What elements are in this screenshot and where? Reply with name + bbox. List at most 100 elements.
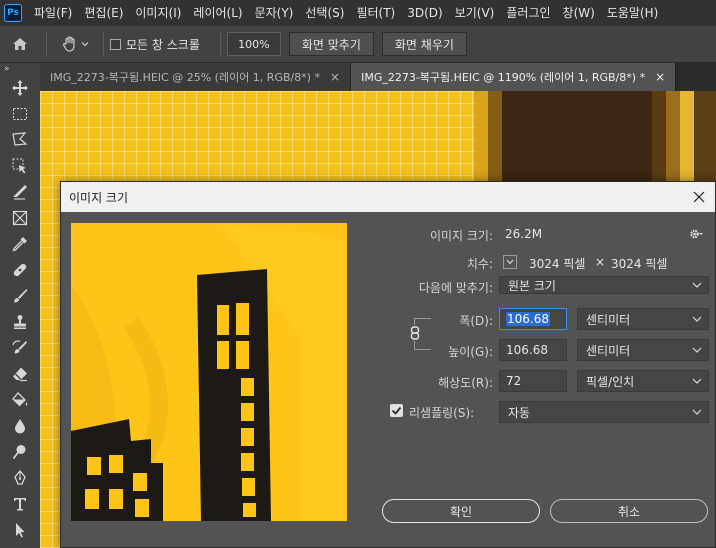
fit-screen-button[interactable]: 화면 맞추기 bbox=[288, 32, 374, 56]
preview-illustration bbox=[71, 223, 347, 521]
close-icon bbox=[693, 191, 705, 203]
eyedropper-tool[interactable] bbox=[0, 231, 40, 257]
chevron-down-icon bbox=[692, 378, 702, 384]
frame-tool[interactable] bbox=[0, 205, 40, 231]
divider bbox=[219, 32, 221, 56]
dialog-close-button[interactable] bbox=[689, 187, 709, 207]
paint-bucket-tool[interactable] bbox=[0, 387, 40, 413]
stamp-icon bbox=[14, 315, 26, 329]
home-icon bbox=[13, 38, 27, 50]
scroll-all-checkbox[interactable] bbox=[110, 38, 121, 50]
eraser-tool[interactable] bbox=[0, 361, 40, 387]
menu-type[interactable]: 문자(Y) bbox=[249, 0, 300, 26]
path-selection-tool[interactable] bbox=[0, 517, 40, 543]
arrow-cursor-icon bbox=[16, 523, 25, 538]
pen-tool[interactable] bbox=[0, 465, 40, 491]
resample-checkbox[interactable] bbox=[390, 404, 403, 417]
close-tab-icon[interactable]: × bbox=[330, 70, 340, 84]
height-unit-dropdown[interactable]: 센티미터 bbox=[577, 339, 709, 361]
dodge-tool[interactable] bbox=[0, 439, 40, 465]
history-brush-tool[interactable] bbox=[0, 335, 40, 361]
options-bar: 모든 창 스크롤 100% 화면 맞추기 화면 채우기 bbox=[0, 26, 716, 63]
marquee-tool[interactable] bbox=[0, 101, 40, 127]
home-button[interactable] bbox=[0, 26, 40, 62]
image-preview[interactable] bbox=[71, 223, 347, 521]
menu-file[interactable]: 파일(F) bbox=[28, 0, 78, 26]
height-value: 106.68 bbox=[506, 343, 548, 357]
marquee-icon bbox=[13, 108, 27, 120]
document-tab-bar: IMG_2273-복구됨.HEIC @ 25% (레이어 1, RGB/8*) … bbox=[40, 63, 716, 91]
image-size-label: 이미지 크기: bbox=[429, 229, 493, 243]
menu-filter[interactable]: 필터(T) bbox=[350, 0, 401, 26]
resolution-unit: 픽셀/인치 bbox=[586, 374, 635, 389]
chain-link-icon bbox=[410, 326, 420, 340]
brush-tool[interactable] bbox=[0, 283, 40, 309]
menu-view[interactable]: 보기(V) bbox=[449, 0, 501, 26]
blur-tool[interactable] bbox=[0, 413, 40, 439]
image-size-dialog: 이미지 크기 이미지 크기: 26.2M 치수: 3024 픽셀 × 3024 … bbox=[60, 181, 716, 548]
constrain-proportions-toggle[interactable] bbox=[408, 325, 422, 341]
menu-help[interactable]: 도움말(H) bbox=[601, 0, 665, 26]
cancel-button[interactable]: 취소 bbox=[550, 499, 708, 523]
paint-bucket-icon bbox=[12, 392, 28, 407]
polygonal-lasso-icon bbox=[12, 132, 28, 146]
document-tab-label: IMG_2273-복구됨.HEIC @ 25% (레이어 1, RGB/8*) … bbox=[50, 71, 321, 84]
height-input[interactable]: 106.68 bbox=[499, 339, 567, 361]
object-selection-tool[interactable] bbox=[0, 153, 40, 179]
lasso-tool[interactable] bbox=[0, 127, 40, 153]
dodge-icon bbox=[12, 445, 26, 460]
clone-stamp-tool[interactable] bbox=[0, 309, 40, 335]
healing-brush-tool[interactable] bbox=[0, 257, 40, 283]
document-tab-25[interactable]: IMG_2273-복구됨.HEIC @ 25% (레이어 1, RGB/8*) … bbox=[40, 63, 352, 91]
eyedropper-icon bbox=[12, 237, 27, 252]
fit-to-label: 다음에 맞추기: bbox=[418, 281, 493, 295]
settings-button[interactable] bbox=[689, 228, 703, 243]
fit-to-dropdown[interactable]: 원본 크기 bbox=[499, 276, 709, 294]
document-tab-label: IMG_2273-복구됨.HEIC @ 1190% (레이어 1, RGB/8*… bbox=[361, 71, 646, 84]
resolution-unit-dropdown[interactable]: 픽셀/인치 bbox=[577, 370, 709, 392]
chevron-down-icon bbox=[692, 316, 702, 322]
chevron-down-icon bbox=[692, 409, 702, 415]
crop-tool[interactable] bbox=[0, 179, 40, 205]
fill-screen-button[interactable]: 화면 채우기 bbox=[381, 32, 467, 56]
slice-icon bbox=[13, 185, 27, 200]
image-size-value: 26.2M bbox=[505, 227, 543, 241]
scroll-all-label: 모든 창 스크롤 bbox=[126, 37, 200, 52]
chevron-down-icon bbox=[506, 259, 514, 265]
fit-to-value: 원본 크기 bbox=[508, 278, 556, 293]
menu-window[interactable]: 창(W) bbox=[557, 0, 601, 26]
menu-edit[interactable]: 편집(E) bbox=[78, 0, 129, 26]
hand-icon bbox=[63, 36, 75, 52]
tools-panel: » bbox=[0, 63, 41, 548]
close-tab-icon[interactable]: × bbox=[655, 70, 665, 84]
menu-3d[interactable]: 3D(D) bbox=[401, 0, 448, 26]
move-icon bbox=[12, 80, 28, 96]
height-unit: 센티미터 bbox=[586, 343, 631, 358]
menu-image[interactable]: 이미지(I) bbox=[129, 0, 187, 26]
move-tool[interactable] bbox=[0, 75, 40, 101]
resolution-input[interactable]: 72 bbox=[499, 370, 567, 392]
gear-icon bbox=[690, 229, 703, 239]
checkmark-icon bbox=[391, 406, 402, 415]
document-tab-1190[interactable]: IMG_2273-복구됨.HEIC @ 1190% (레이어 1, RGB/8*… bbox=[351, 63, 677, 91]
dimensions-height: 3024 픽셀 bbox=[611, 257, 668, 271]
dialog-title: 이미지 크기 bbox=[69, 190, 129, 205]
menu-layer[interactable]: 레이어(L) bbox=[187, 0, 248, 26]
width-label: 폭(D): bbox=[459, 314, 493, 328]
pen-icon bbox=[14, 469, 26, 485]
zoom-field[interactable]: 100% bbox=[226, 32, 281, 56]
resample-method-dropdown[interactable]: 자동 bbox=[499, 401, 709, 423]
menu-plugins[interactable]: 플러그인 bbox=[500, 0, 556, 26]
menu-select[interactable]: 선택(S) bbox=[299, 0, 350, 26]
divider bbox=[46, 32, 47, 56]
divider bbox=[103, 32, 104, 56]
eraser-icon bbox=[13, 367, 27, 382]
ok-button[interactable]: 확인 bbox=[382, 499, 540, 523]
width-input[interactable]: 106.68 bbox=[499, 308, 567, 330]
width-unit-dropdown[interactable]: 센티미터 bbox=[577, 308, 709, 330]
dimensions-unit-dropdown[interactable] bbox=[503, 255, 517, 269]
collapse-toolbar-toggle[interactable]: » bbox=[0, 63, 40, 75]
object-selection-icon bbox=[12, 158, 26, 174]
tool-preset-picker[interactable] bbox=[53, 35, 97, 53]
type-tool[interactable] bbox=[0, 491, 40, 517]
